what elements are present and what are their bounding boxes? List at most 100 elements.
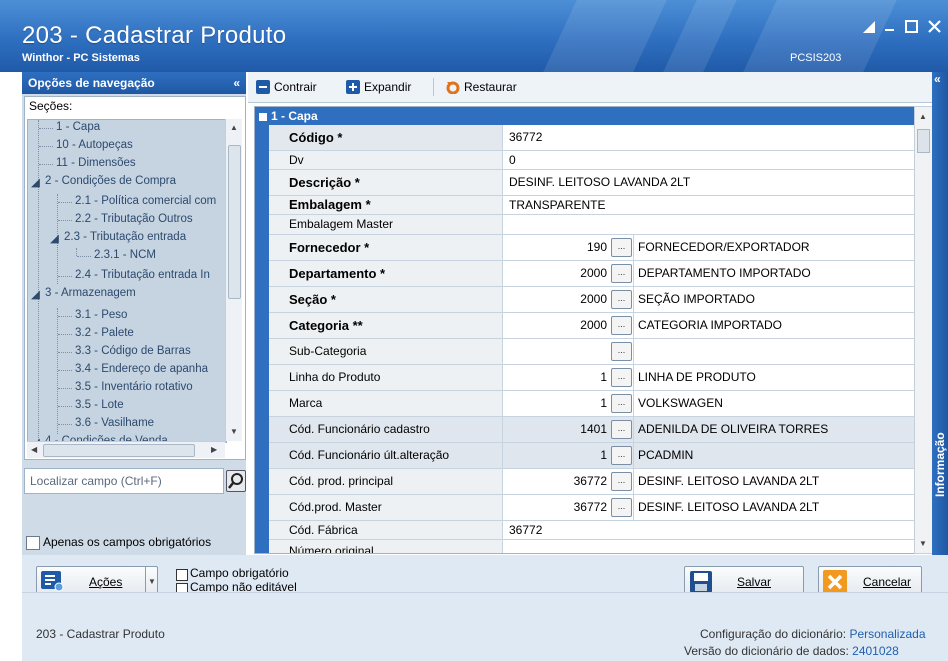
info-panel-label[interactable]: Informação bbox=[933, 432, 947, 497]
field-code[interactable]: 190 bbox=[509, 235, 607, 260]
grid-row-numero-original[interactable]: Número original bbox=[269, 540, 915, 553]
grid-row-embalagem[interactable]: Embalagem * TRANSPARENTE bbox=[269, 196, 915, 215]
minimize-line-icon[interactable] bbox=[884, 19, 896, 36]
tree-item[interactable]: 2 - Condições de Compra bbox=[45, 175, 176, 187]
field-value[interactable]: 36772 bbox=[509, 125, 542, 150]
field-value[interactable]: 0 bbox=[509, 151, 516, 169]
collapse-nav-icon[interactable]: « bbox=[227, 72, 240, 94]
config-value: Personalizada bbox=[849, 627, 926, 641]
grid-row-departamento[interactable]: Departamento * 2000 ... DEPARTAMENTO IMP… bbox=[269, 261, 915, 287]
field-value[interactable]: DESINF. LEITOSO LAVANDA 2LT bbox=[509, 170, 690, 195]
grid-row-codigo[interactable]: Código * 36772 bbox=[269, 125, 915, 151]
grid-row-func-ult-alteracao[interactable]: Cód. Funcionário últ.alteração 1 ... PCA… bbox=[269, 443, 915, 469]
restore-icon[interactable] bbox=[446, 80, 460, 95]
grid-row-marca[interactable]: Marca 1 ... VOLKSWAGEN bbox=[269, 391, 915, 417]
field-code[interactable]: 2000 bbox=[509, 261, 607, 286]
minimize-icon[interactable] bbox=[862, 20, 876, 37]
tree-expander-icon[interactable]: ◢ bbox=[31, 175, 40, 189]
field-value[interactable]: TRANSPARENTE bbox=[509, 196, 605, 214]
tree-horizontal-scrollbar[interactable]: ◀ ▶ bbox=[27, 441, 225, 458]
required-only-label: Apenas os campos obrigatórios bbox=[43, 535, 212, 549]
lookup-button[interactable]: ... bbox=[611, 264, 632, 283]
grid-row-func-cadastro[interactable]: Cód. Funcionário cadastro 1401 ... ADENI… bbox=[269, 417, 915, 443]
section-collapse-icon[interactable] bbox=[259, 112, 267, 121]
search-icon[interactable] bbox=[226, 470, 246, 492]
tree-item[interactable]: 3.3 - Código de Barras bbox=[75, 345, 191, 357]
scroll-down-icon[interactable]: ▼ bbox=[919, 539, 927, 548]
tree-item[interactable]: 3.2 - Palete bbox=[75, 327, 134, 339]
restore-icon[interactable] bbox=[905, 20, 919, 37]
info-panel-strip[interactable] bbox=[932, 72, 948, 592]
grid-row-fornecedor[interactable]: Fornecedor * 190 ... FORNECEDOR/EXPORTAD… bbox=[269, 235, 915, 261]
field-code[interactable]: 36772 bbox=[509, 495, 607, 520]
grid-vertical-scrollbar[interactable]: ▲ ▼ bbox=[914, 106, 933, 554]
grid-row-secao[interactable]: Seção * 2000 ... SEÇÃO IMPORTADO bbox=[269, 287, 915, 313]
grid-row-descricao[interactable]: Descrição * DESINF. LEITOSO LAVANDA 2LT bbox=[269, 170, 915, 196]
section-header[interactable]: 1 - Capa bbox=[255, 107, 915, 125]
tree-item[interactable]: 3 - Armazenagem bbox=[45, 287, 136, 299]
lookup-button[interactable]: ... bbox=[611, 290, 632, 309]
scroll-right-icon[interactable]: ▶ bbox=[211, 445, 217, 454]
expand-button[interactable]: Expandir bbox=[364, 80, 411, 94]
grid-row-linha-produto[interactable]: Linha do Produto 1 ... LINHA DE PRODUTO bbox=[269, 365, 915, 391]
field-code[interactable]: 1 bbox=[509, 391, 607, 416]
tree-expander-icon[interactable]: ◢ bbox=[31, 287, 40, 301]
collapse-icon[interactable] bbox=[256, 80, 270, 94]
expand-icon[interactable] bbox=[346, 80, 360, 94]
grid-row-categoria[interactable]: Categoria ** 2000 ... CATEGORIA IMPORTAD… bbox=[269, 313, 915, 339]
scroll-thumb[interactable] bbox=[917, 129, 930, 153]
lookup-button[interactable]: ... bbox=[611, 316, 632, 335]
grid-row-cod-fabrica[interactable]: Cód. Fábrica 36772 bbox=[269, 521, 915, 540]
tree-item[interactable]: 2.3 - Tributação entrada bbox=[64, 231, 186, 243]
chevron-down-icon[interactable]: ▼ bbox=[148, 577, 156, 586]
scroll-thumb[interactable] bbox=[228, 145, 241, 299]
scroll-up-icon[interactable]: ▲ bbox=[919, 112, 927, 121]
collapse-info-icon[interactable]: « bbox=[934, 72, 941, 86]
tree-item[interactable]: 10 - Autopeças bbox=[56, 139, 133, 151]
grid-row-embalagem-master[interactable]: Embalagem Master bbox=[269, 215, 915, 235]
field-description: PCADMIN bbox=[633, 443, 693, 468]
lookup-button[interactable]: ... bbox=[611, 498, 632, 517]
lookup-button[interactable]: ... bbox=[611, 420, 632, 439]
lookup-button[interactable]: ... bbox=[611, 368, 632, 387]
tree-expander-icon[interactable]: ◢ bbox=[50, 231, 59, 245]
tree-item[interactable]: 1 - Capa bbox=[56, 121, 100, 133]
restore-button[interactable]: Restaurar bbox=[464, 80, 517, 94]
field-description: LINHA DE PRODUTO bbox=[633, 365, 756, 390]
tree-vertical-scrollbar[interactable]: ▲ ▼ bbox=[225, 119, 242, 441]
grid-row-dv[interactable]: Dv 0 bbox=[269, 151, 915, 170]
sections-tree[interactable]: 1 - Capa 10 - Autopeças 11 - Dimensões ◢… bbox=[27, 119, 227, 443]
field-code[interactable]: 36772 bbox=[509, 469, 607, 494]
scroll-down-icon[interactable]: ▼ bbox=[230, 427, 238, 436]
lookup-button[interactable]: ... bbox=[611, 446, 632, 465]
scroll-left-icon[interactable]: ◀ bbox=[31, 445, 37, 454]
field-search-input[interactable]: Localizar campo (Ctrl+F) bbox=[24, 468, 224, 494]
tree-item[interactable]: 3.6 - Vasilhame bbox=[75, 417, 154, 429]
field-code[interactable]: 2000 bbox=[509, 287, 607, 312]
grid-row-sub-categoria[interactable]: Sub-Categoria ... bbox=[269, 339, 915, 365]
tree-item[interactable]: 3.4 - Endereço de apanha bbox=[75, 363, 208, 375]
field-code[interactable]: 2000 bbox=[509, 313, 607, 338]
lookup-button[interactable]: ... bbox=[611, 238, 632, 257]
field-code[interactable]: 1 bbox=[509, 365, 607, 390]
tree-item[interactable]: 2.4 - Tributação entrada In bbox=[75, 269, 210, 281]
required-only-checkbox[interactable] bbox=[26, 536, 40, 550]
scroll-up-icon[interactable]: ▲ bbox=[230, 123, 238, 132]
grid-row-prod-master[interactable]: Cód.prod. Master 36772 ... DESINF. LEITO… bbox=[269, 495, 915, 521]
tree-item[interactable]: 2.1 - Política comercial com bbox=[75, 195, 216, 207]
lookup-button[interactable]: ... bbox=[611, 394, 632, 413]
scroll-thumb[interactable] bbox=[43, 444, 195, 457]
tree-item[interactable]: 3.5 - Inventário rotativo bbox=[75, 381, 193, 393]
lookup-button[interactable]: ... bbox=[611, 472, 632, 491]
field-value[interactable]: 36772 bbox=[509, 521, 542, 539]
close-icon[interactable] bbox=[928, 20, 942, 37]
tree-item[interactable]: 2.2 - Tributação Outros bbox=[75, 213, 193, 225]
tree-item[interactable]: 3.5 - Lote bbox=[75, 399, 124, 411]
lookup-button[interactable]: ... bbox=[611, 342, 632, 361]
grid-row-prod-principal[interactable]: Cód. prod. principal 36772 ... DESINF. L… bbox=[269, 469, 915, 495]
tree-item[interactable]: 2.3.1 - NCM bbox=[94, 249, 156, 261]
collapse-button[interactable]: Contrair bbox=[274, 80, 317, 94]
tree-item[interactable]: 11 - Dimensões bbox=[56, 157, 136, 169]
tree-item[interactable]: 3.1 - Peso bbox=[75, 309, 127, 321]
field-description: ADENILDA DE OLIVEIRA TORRES bbox=[633, 417, 828, 442]
